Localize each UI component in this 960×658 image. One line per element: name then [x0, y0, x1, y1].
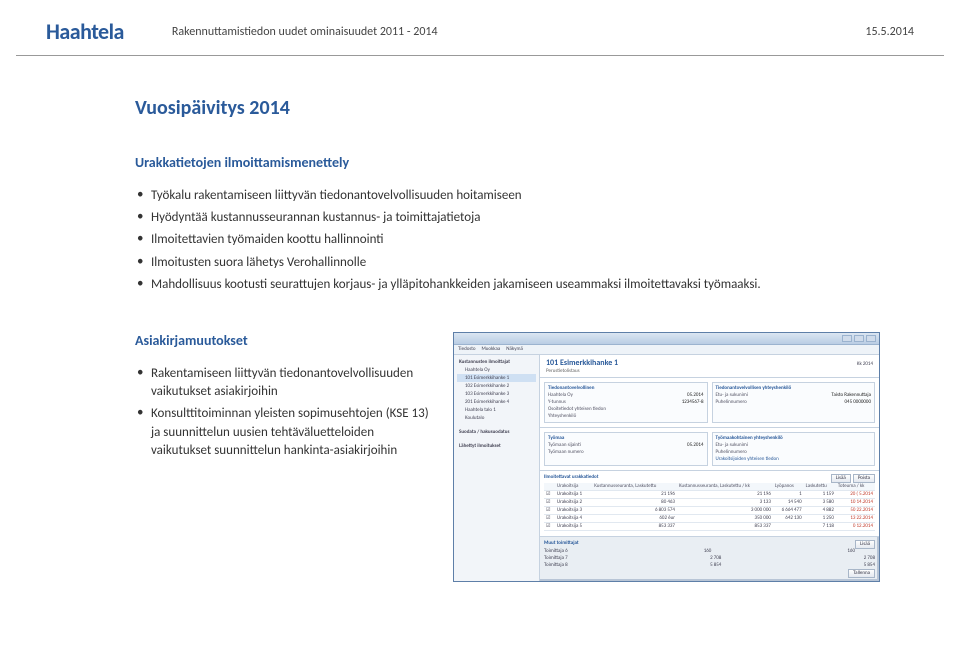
lower-row: Asiakirjamuutokset Rakentamiseen liittyv…	[135, 332, 880, 582]
app-sidebar: Kustannusten ilmoittajat Haahtela Oy 101…	[454, 355, 540, 581]
close-button[interactable]	[866, 335, 876, 342]
app-main: 101 Esimerkkihanke 1 Kk 2014 Perustietol…	[540, 355, 879, 581]
panel-tyomaa: Työmaa Työmaan sijainti05.2014 Työmaan n…	[544, 432, 708, 466]
panel-tiedonantovelvollinen: Tiedonantovelvollinen Haahtela Oy05.2014…	[544, 382, 708, 423]
table-row[interactable]: Toimittaja 85 8545 854	[544, 562, 875, 569]
table-row[interactable]: ☑Urakoitsija 5853 337853 3377 1180 12.20…	[544, 522, 875, 530]
app-main-header: 101 Esimerkkihanke 1 Kk 2014 Perustietol…	[540, 355, 879, 378]
save-button[interactable]: Tallenna	[848, 569, 875, 578]
tree-item[interactable]: Koulutalo	[457, 414, 536, 422]
tree-item[interactable]: 102 Esimerkkihanke 2	[457, 382, 536, 390]
checkbox[interactable]: ☑	[544, 506, 555, 514]
section-docs-heading: Asiakirjamuutokset	[135, 332, 435, 349]
table-row[interactable]: ☑Urakoitsija 121 19621 19611 15920 ( 5.2…	[544, 490, 875, 498]
muut-toimittajat-section: Muut toimittajat Lisää Toimittaja 616016…	[540, 536, 879, 581]
header-date: 15.5.2014	[865, 25, 914, 39]
remove-button[interactable]: Poista	[853, 474, 875, 483]
table-row[interactable]: Toimittaja 6160160	[544, 548, 855, 555]
project-subtitle: Perustietolistaus	[546, 368, 873, 374]
tree-root[interactable]: Kustannusten ilmoittajat	[457, 358, 536, 366]
checkbox[interactable]: ☑	[544, 498, 555, 506]
section-title: Ilmoitettavat urakkatiedot	[544, 474, 875, 480]
list-item: Hyödyntää kustannusseurannan kustannus- …	[137, 207, 880, 229]
list-item: Mahdollisuus kootusti seurattujen korjau…	[137, 274, 880, 296]
period-selector[interactable]: Kk 2014	[857, 361, 873, 367]
main-heading: Vuosipäivitys 2014	[135, 96, 880, 120]
section-declare-list: Työkalu rakentamiseen liittyvän tiedonan…	[135, 185, 880, 296]
add-button[interactable]: Lisää	[855, 540, 875, 549]
add-button[interactable]: Lisää	[831, 474, 851, 483]
table-row[interactable]: ☑Urakoitsija 280 4633 13314 5403 58010 1…	[544, 498, 875, 506]
lower-left: Asiakirjamuutokset Rakentamiseen liittyv…	[135, 332, 435, 480]
section-declare-heading: Urakkatietojen ilmoittamismenettely	[135, 154, 880, 171]
app-menubar: Tiedosto Muokkaa Näkymä	[454, 345, 879, 355]
tree-item[interactable]: 201 Esimerkkihanke 4	[457, 398, 536, 406]
contact-phone-input[interactable]: 045 0000000	[845, 399, 871, 405]
table-row[interactable]: ☑Urakoitsija 36 803 5743 000 0006 664 47…	[544, 506, 875, 514]
checkbox[interactable]: ☑	[544, 514, 555, 522]
panel-tyomaa-yhteys: Työmaakohtainen yhteyshenkilö Etu- ja su…	[712, 432, 876, 466]
logo: Haahtela	[46, 18, 124, 45]
menu-item[interactable]: Muokkaa	[482, 346, 501, 352]
panel-title: Työmaakohtainen yhteyshenkilö	[716, 435, 872, 441]
urakkatiedot-table: Urakoitsija Kustannusseuranta, Laskutett…	[544, 483, 875, 531]
table-row[interactable]: ☑Urakoitsija 4602 êur350 000642 1301 250…	[544, 514, 875, 522]
panel-title: Tiedonantovelvollinen	[548, 385, 704, 391]
section-docs-list: Rakentamiseen liittyvän tiedonantovelvol…	[135, 363, 435, 462]
content: Vuosipäivitys 2014 Urakkatietojen ilmoit…	[0, 56, 960, 582]
menu-item[interactable]: Tiedosto	[458, 346, 476, 352]
panel-title: Työmaa	[548, 435, 704, 441]
link-urakoitsijat[interactable]: Urakoitsijoiden yhteisen tiedon	[716, 456, 779, 462]
urakkatiedot-section: Ilmoitettavat urakkatiedot Lisää Poista …	[540, 471, 879, 536]
list-item: Työkalu rakentamiseen liittyvän tiedonan…	[137, 185, 880, 207]
header-title: Rakennuttamistiedon uudet ominaisuudet 2…	[172, 25, 865, 39]
checkbox[interactable]: ☑	[544, 490, 555, 498]
panel-title: Tiedonantovelvollisen yhteyshenkilö	[716, 385, 872, 391]
tree-sent[interactable]: Lähettyt ilmoitukset	[457, 442, 536, 450]
contact-name-input[interactable]: Taisto Rakennuttaja	[831, 392, 871, 398]
page-header: Haahtela Rakennuttamistiedon uudet omina…	[16, 0, 944, 56]
table-row[interactable]: Toimittaja 72 7082 708	[544, 555, 875, 562]
minimize-button[interactable]	[842, 335, 852, 342]
maximize-button[interactable]	[854, 335, 864, 342]
embedded-app-screenshot: Tiedosto Muokkaa Näkymä Kustannusten ilm…	[453, 332, 880, 582]
tree-item[interactable]: Haahtela talo 1	[457, 406, 536, 414]
panel-yhteyshenkilo: Tiedonantovelvollisen yhteyshenkilö Etu-…	[712, 382, 876, 423]
app-titlebar	[454, 333, 879, 345]
checkbox[interactable]: ☑	[544, 522, 555, 530]
tree-item-selected[interactable]: 101 Esimerkkihanke 1	[457, 374, 536, 382]
section-title: Muut toimittajat	[544, 540, 875, 546]
list-item: Ilmoitettavien työmaiden koottu hallinno…	[137, 229, 880, 251]
list-item: Ilmoitusten suora lähetys Verohallinnoll…	[137, 252, 880, 274]
tree-item[interactable]: Haahtela Oy	[457, 366, 536, 374]
list-item: Konsulttitoiminnan yleisten sopimusehtoj…	[137, 403, 435, 462]
project-title: 101 Esimerkkihanke 1	[546, 358, 618, 368]
menu-item[interactable]: Näkymä	[506, 346, 523, 352]
tree-filter[interactable]: Suodata / hakusuodatus	[457, 428, 536, 436]
list-item: Rakentamiseen liittyvän tiedonantovelvol…	[137, 363, 435, 403]
tree-item[interactable]: 103 Esimerkkihanke 3	[457, 390, 536, 398]
